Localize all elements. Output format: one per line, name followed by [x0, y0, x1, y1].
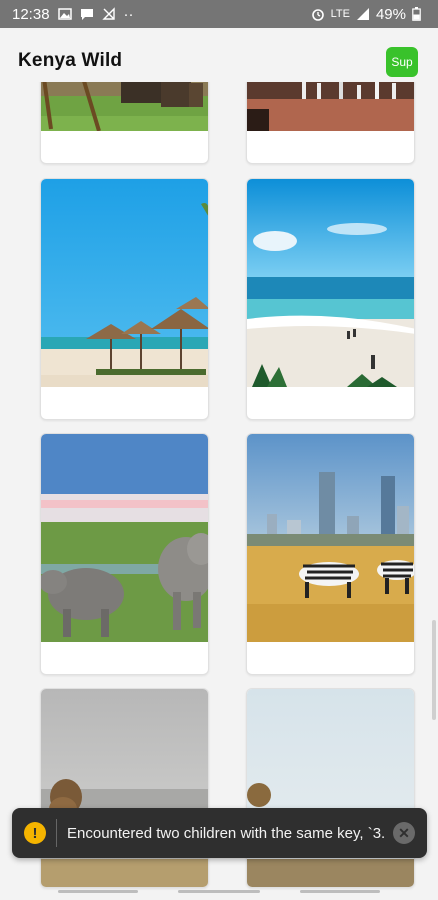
- card-3[interactable]: [40, 178, 209, 420]
- card-6-photo: [247, 434, 414, 642]
- status-time: 12:38: [12, 5, 50, 23]
- battery-percent: 49%: [375, 5, 406, 23]
- message-icon: [80, 7, 94, 21]
- card-5[interactable]: [40, 433, 209, 675]
- no-signal-icon: [101, 7, 116, 21]
- toast-divider: [56, 819, 57, 847]
- close-icon[interactable]: ✕: [393, 822, 415, 844]
- scrollbar-thumb[interactable]: [432, 620, 436, 720]
- card-4[interactable]: [246, 178, 415, 420]
- toast-message: Encountered two children with the same k…: [67, 824, 385, 842]
- warning-toast[interactable]: ! Encountered two children with the same…: [12, 808, 427, 858]
- battery-icon: [412, 7, 426, 21]
- warning-icon: !: [24, 822, 46, 844]
- app-title: Kenya Wild: [18, 50, 123, 71]
- status-bar: 12:38 ·· LTE 49%: [0, 0, 438, 28]
- card-8-photo: [247, 689, 414, 887]
- card-3-photo: [41, 179, 208, 387]
- signal-icon: [356, 7, 370, 21]
- card-5-photo: [41, 434, 208, 642]
- sup-button[interactable]: Sup: [386, 47, 418, 77]
- nav-hint-center: [178, 890, 260, 893]
- gallery-icon: [57, 7, 72, 21]
- alarm-icon: [311, 7, 325, 21]
- card-8[interactable]: [246, 688, 415, 888]
- lte-label: LTE: [330, 8, 350, 20]
- card-6[interactable]: [246, 433, 415, 675]
- nav-hint-right: [300, 890, 380, 893]
- app-header: Kenya Wild Sup: [0, 28, 438, 82]
- image-grid: [0, 0, 438, 900]
- card-4-photo: [247, 179, 414, 387]
- card-7-photo: [41, 689, 208, 887]
- nav-hint-left: [58, 890, 138, 893]
- more-notifications-icon: ··: [123, 5, 134, 23]
- card-7[interactable]: [40, 688, 209, 888]
